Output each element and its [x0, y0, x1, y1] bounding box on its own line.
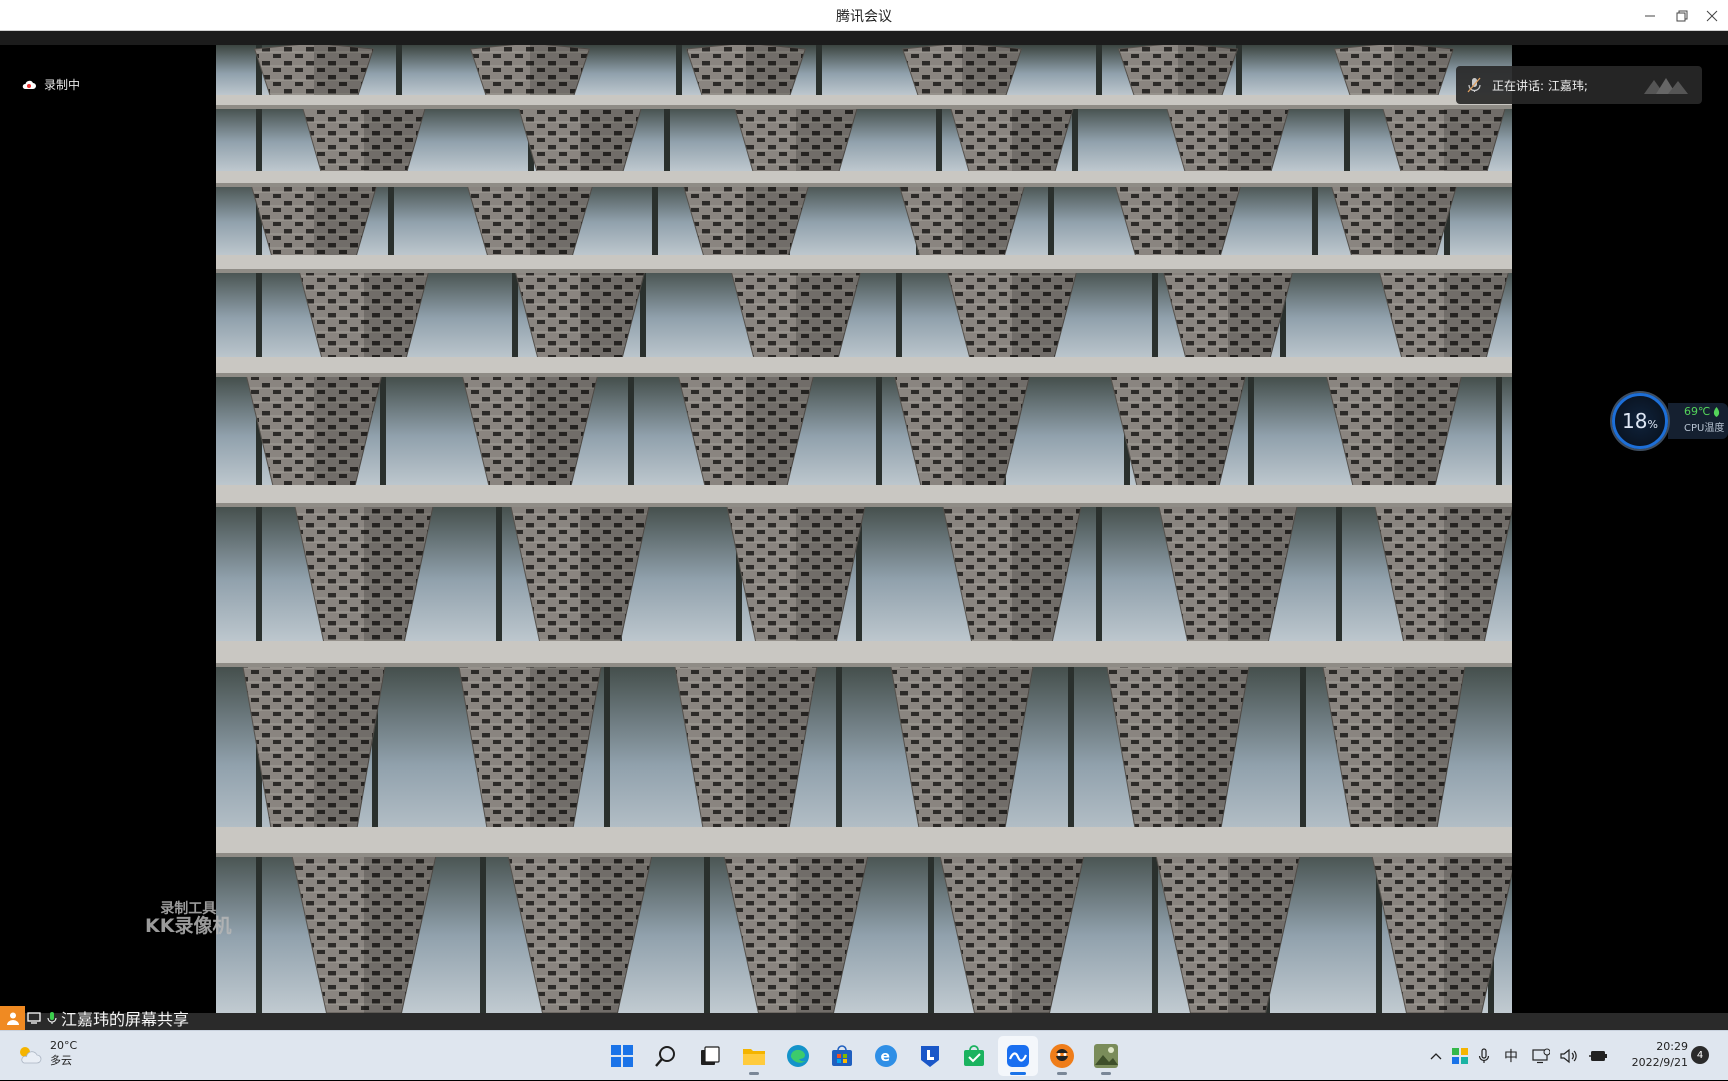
taskbar-e-browser[interactable]: e: [866, 1036, 906, 1076]
cpu-temperature: 69℃: [1684, 405, 1711, 418]
store-icon: [832, 1045, 852, 1066]
bottom-strip: [0, 1013, 1728, 1030]
cpu-usage-value: 18: [1622, 409, 1648, 433]
taskbar-task-view[interactable]: [690, 1036, 730, 1076]
user-badge: [0, 1006, 25, 1030]
taskbar-search[interactable]: [646, 1036, 686, 1076]
image-icon: [1094, 1044, 1118, 1068]
microphone-icon: [47, 1012, 57, 1024]
taskbar-kk-recorder[interactable]: [1042, 1036, 1082, 1076]
weather-condition: 多云: [50, 1053, 72, 1067]
meeting-icon: [1007, 1045, 1029, 1067]
system-tray: 中: [1430, 1031, 1608, 1081]
edge-icon: [787, 1045, 809, 1067]
meeting-window: 腾讯会议 录制中 正在讲话: 江嘉玮; 69℃ CPU温度 18 % 录制工具 …: [0, 0, 1728, 1030]
window-title: 腾讯会议: [836, 9, 892, 25]
svg-text:e: e: [881, 1049, 891, 1065]
share-status-label: 江嘉玮的屏幕共享: [61, 1010, 190, 1029]
notification-badge[interactable]: 4: [1691, 1046, 1709, 1064]
recorder-icon: [1050, 1044, 1074, 1068]
taskbar-store[interactable]: [822, 1036, 862, 1076]
cpu-monitor-widget[interactable]: 69℃ CPU温度 18%: [1612, 393, 1728, 451]
audio-level-icon: [1644, 78, 1688, 94]
cpu-temp-label: CPU温度: [1684, 423, 1725, 434]
screen-share-status[interactable]: 江嘉玮的屏幕共享: [0, 1006, 189, 1030]
watermark-line2: KK录像机: [145, 914, 232, 937]
recorder-watermark: 录制工具 KK录像机: [145, 902, 231, 937]
taskbar-edge[interactable]: [778, 1036, 818, 1076]
taskbar-green-bag[interactable]: [954, 1036, 994, 1076]
screen-share-icon: [27, 1012, 41, 1024]
cloud-icon: [22, 80, 36, 89]
restore-icon: [1676, 10, 1688, 21]
weather-widget[interactable]: 20°C 多云: [16, 1039, 77, 1069]
close-icon: [1706, 10, 1718, 21]
taskbar-file-explorer[interactable]: [734, 1036, 774, 1076]
weather-temp: 20°C: [50, 1039, 78, 1052]
user-icon: [6, 1012, 19, 1025]
taskbar: 20°C 多云 e 中 20:29 2022/9/21 4: [0, 1030, 1728, 1080]
clock-date: 2022/9/21: [1631, 1055, 1688, 1069]
leaf-icon: [1714, 406, 1720, 417]
title-bar: 腾讯会议: [0, 0, 1728, 31]
task-view-icon: [701, 1046, 720, 1065]
close-button[interactable]: [1696, 0, 1728, 31]
taskbar-apps: e: [602, 1036, 1126, 1076]
cpu-usage-ring: 18%: [1612, 393, 1668, 449]
taskbar-l-app[interactable]: [910, 1036, 950, 1076]
taskbar-start[interactable]: [602, 1036, 642, 1076]
green-bag-icon: [964, 1045, 984, 1066]
folder-icon: [743, 1049, 765, 1065]
toolbar-strip: [0, 31, 1728, 45]
chevron-up-icon[interactable]: [1430, 1051, 1442, 1061]
cpu-usage-unit: %: [1647, 417, 1658, 431]
clock-time: 20:29: [1656, 1040, 1688, 1053]
search-icon: [655, 1046, 675, 1067]
e-browser-icon: e: [875, 1045, 897, 1067]
speaker-label: 正在讲话: 江嘉玮;: [1492, 78, 1588, 93]
ime-indicator[interactable]: 中: [1500, 1046, 1522, 1066]
taskbar-clock[interactable]: 20:29 2022/9/21: [1620, 1039, 1688, 1071]
microphone-muted-icon: [1467, 77, 1481, 93]
minimize-icon: [1645, 15, 1655, 16]
microphone-tray-icon[interactable]: [1478, 1048, 1490, 1064]
colorful-tray-icon[interactable]: [1452, 1048, 1468, 1064]
taskbar-image-viewer[interactable]: [1086, 1036, 1126, 1076]
speaker-indicator: 正在讲话: 江嘉玮;: [1456, 66, 1702, 104]
volume-icon[interactable]: [1560, 1048, 1578, 1064]
taskbar-tencent-meeting[interactable]: [998, 1036, 1038, 1076]
windows-logo-icon: [611, 1045, 633, 1067]
network-icon[interactable]: [1532, 1048, 1550, 1064]
l-app-icon: [921, 1046, 939, 1067]
recording-indicator[interactable]: 录制中: [22, 76, 80, 93]
battery-plug-icon[interactable]: [1588, 1048, 1608, 1064]
restore-button[interactable]: [1666, 0, 1698, 31]
building-facade-image: [216, 45, 1512, 1013]
partly-cloudy-icon: [20, 1046, 42, 1064]
shared-screen[interactable]: [216, 45, 1512, 1013]
recording-label: 录制中: [44, 78, 81, 92]
minimize-button[interactable]: [1634, 0, 1666, 31]
